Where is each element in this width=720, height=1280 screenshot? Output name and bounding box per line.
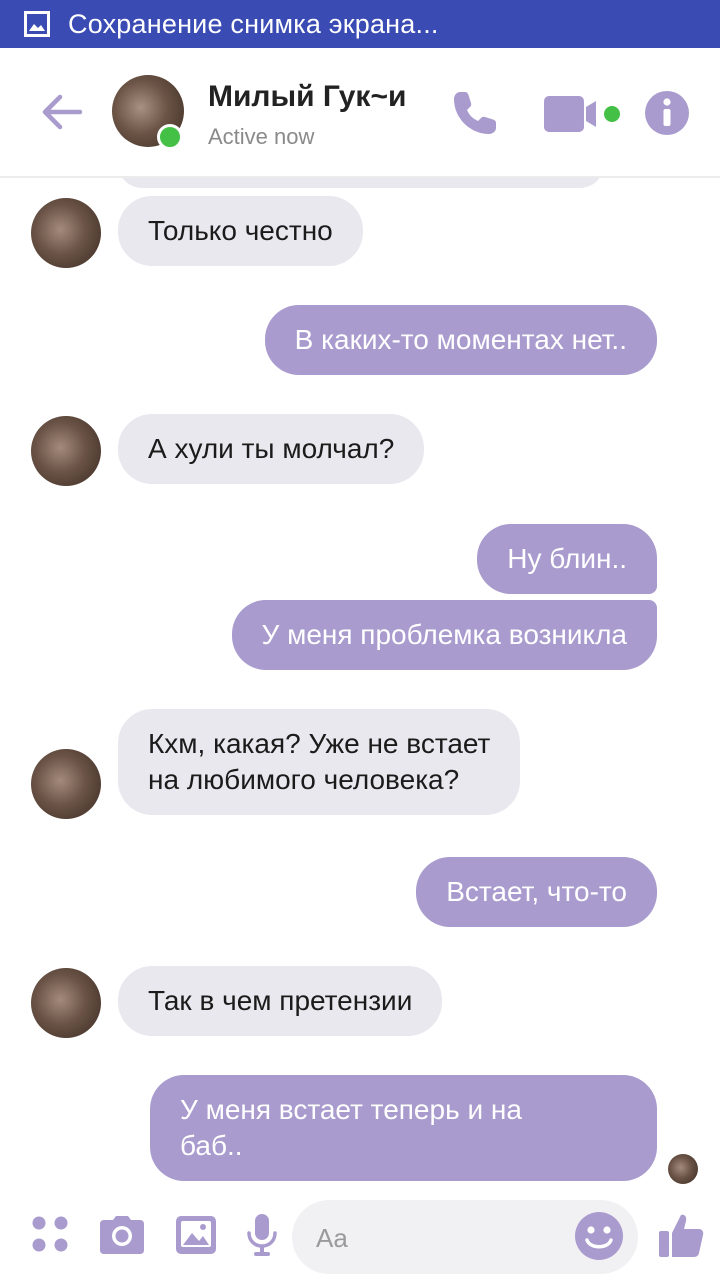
message-bubble-incoming[interactable]: Только честно <box>118 196 363 266</box>
message-text: Встает, что-то <box>446 876 627 907</box>
smiley-icon <box>575 1212 623 1260</box>
contact-name[interactable]: Милый Гук~и <box>208 80 406 114</box>
message-text: Так в чем претензии <box>148 985 413 1016</box>
four-dots-icon <box>32 1216 68 1252</box>
sender-avatar <box>31 198 101 268</box>
phone-icon <box>454 92 496 134</box>
camera-button[interactable] <box>98 1214 146 1256</box>
notification-bar: Сохранение снимка экрана... <box>0 0 720 48</box>
call-button[interactable] <box>448 86 502 140</box>
message-text: Ну блин.. <box>507 543 627 574</box>
message-input-container <box>292 1200 638 1274</box>
thumbs-up-icon <box>659 1214 704 1257</box>
message-text-line: Кхм, какая? Уже не встает <box>148 728 491 759</box>
message-text-line: баб.. <box>180 1130 243 1161</box>
camera-icon <box>100 1216 144 1254</box>
video-camera-icon <box>544 96 620 132</box>
message-list[interactable]: Только честно В каких-то моментах нет.. … <box>0 178 720 1190</box>
conversation-header: Милый Гук~и Active now <box>0 48 720 178</box>
message-text: У меня проблемка возникла <box>261 619 628 650</box>
sender-avatar <box>31 749 101 819</box>
more-actions-button[interactable] <box>28 1212 72 1256</box>
message-bubble-incoming[interactable]: Так в чем претензии <box>118 966 443 1036</box>
online-indicator <box>157 124 183 150</box>
like-button[interactable] <box>656 1210 706 1260</box>
message-bubble-incoming[interactable]: Кхм, какая? Уже не встает на любимого че… <box>118 709 521 815</box>
message-input[interactable] <box>314 1214 558 1262</box>
message-text-line: У меня встает теперь и на <box>180 1094 522 1125</box>
message-bubble-outgoing[interactable]: Ну блин.. <box>477 524 657 594</box>
sender-avatar <box>31 968 101 1038</box>
message-bubble-partial <box>118 178 604 188</box>
sender-avatar <box>31 416 101 486</box>
message-text: В каких-то моментах нет.. <box>294 324 627 355</box>
message-text-line: на любимого человека? <box>148 764 460 795</box>
message-text: А хули ты молчал? <box>148 433 395 464</box>
notification-text: Сохранение снимка экрана... <box>68 8 439 39</box>
video-call-button[interactable] <box>542 92 624 136</box>
voice-button[interactable] <box>244 1212 280 1258</box>
emoji-button[interactable] <box>574 1211 624 1261</box>
gallery-button[interactable] <box>174 1214 218 1256</box>
message-bubble-outgoing[interactable]: В каких-то моментах нет.. <box>264 305 657 375</box>
presence-status: Active now <box>208 124 315 149</box>
seen-indicator-avatar <box>668 1154 698 1184</box>
info-button[interactable] <box>644 90 690 136</box>
back-button[interactable] <box>38 88 86 136</box>
image-icon <box>176 1216 216 1254</box>
message-bubble-outgoing[interactable]: У меня встает теперь и на баб.. <box>150 1075 657 1181</box>
microphone-icon <box>247 1214 277 1256</box>
screenshot-icon <box>22 9 52 39</box>
message-bubble-incoming[interactable]: А хули ты молчал? <box>118 414 425 484</box>
message-bubble-outgoing[interactable]: У меня проблемка возникла <box>231 600 657 670</box>
message-bubble-outgoing[interactable]: Встает, что-то <box>416 857 657 927</box>
message-text: Только честно <box>148 215 333 246</box>
arrow-left-icon <box>42 94 83 130</box>
message-composer <box>0 1190 720 1280</box>
info-icon <box>645 91 689 135</box>
